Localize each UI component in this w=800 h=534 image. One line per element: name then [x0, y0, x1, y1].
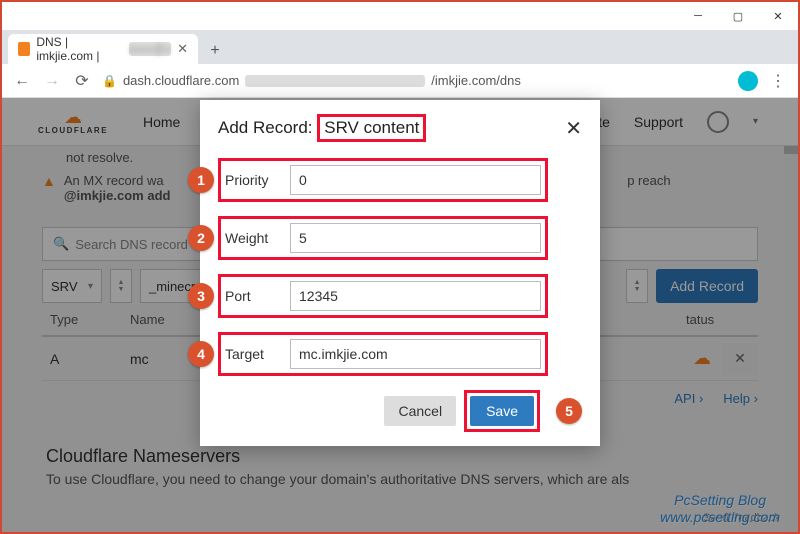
- lock-icon: 🔒: [102, 74, 117, 88]
- url-suffix: /imkjie.com/dns: [431, 73, 521, 88]
- window-minimize[interactable]: ─: [678, 2, 718, 30]
- title-highlight: SRV content: [317, 114, 426, 142]
- priority-label: Priority: [225, 172, 280, 188]
- cancel-button[interactable]: Cancel: [384, 396, 456, 426]
- weight-label: Weight: [225, 230, 280, 246]
- extension-icon[interactable]: [738, 71, 758, 91]
- window-close[interactable]: ✕: [758, 2, 798, 30]
- browser-tab[interactable]: DNS | imkjie.com | xxxx@c ✕: [8, 34, 198, 64]
- target-input[interactable]: [290, 339, 541, 369]
- port-input[interactable]: [290, 281, 541, 311]
- reload-button[interactable]: ⟳: [72, 71, 92, 91]
- browser-tab-strip: DNS | imkjie.com | xxxx@c ✕ +: [2, 30, 798, 64]
- step-badge: 5: [556, 398, 582, 424]
- modal-title: Add Record: SRV content: [218, 114, 426, 142]
- weight-input[interactable]: [290, 223, 541, 253]
- save-highlight-box: Save: [464, 390, 540, 432]
- cloudflare-favicon: [18, 42, 30, 56]
- tab-title-blurred: xxxx@c: [129, 42, 171, 56]
- window-maximize[interactable]: ▢: [718, 2, 758, 30]
- address-bar[interactable]: 🔒 dash.cloudflare.com /imkjie.com/dns: [102, 73, 728, 88]
- add-record-modal: Add Record: SRV content ✕ 1 Priority 2 W…: [200, 100, 600, 446]
- new-tab-button[interactable]: +: [202, 38, 228, 64]
- step-badge: 1: [188, 167, 214, 193]
- tab-title: DNS | imkjie.com |: [36, 35, 123, 63]
- forward-button[interactable]: →: [42, 72, 62, 90]
- save-button[interactable]: Save: [470, 396, 534, 426]
- tab-close-icon[interactable]: ✕: [177, 41, 188, 57]
- port-label: Port: [225, 288, 280, 304]
- browser-menu-icon[interactable]: ⋮: [768, 71, 788, 91]
- step-badge: 2: [188, 225, 214, 251]
- target-label: Target: [225, 346, 280, 362]
- url-host: dash.cloudflare.com: [123, 73, 239, 88]
- step-badge: 3: [188, 283, 214, 309]
- modal-close-button[interactable]: ✕: [565, 116, 582, 141]
- browser-toolbar: ← → ⟳ 🔒 dash.cloudflare.com /imkjie.com/…: [2, 64, 798, 98]
- step-badge: 4: [188, 341, 214, 367]
- url-blurred: [245, 75, 425, 87]
- window-titlebar: ─ ▢ ✕: [2, 2, 798, 30]
- back-button[interactable]: ←: [12, 72, 32, 90]
- priority-input[interactable]: [290, 165, 541, 195]
